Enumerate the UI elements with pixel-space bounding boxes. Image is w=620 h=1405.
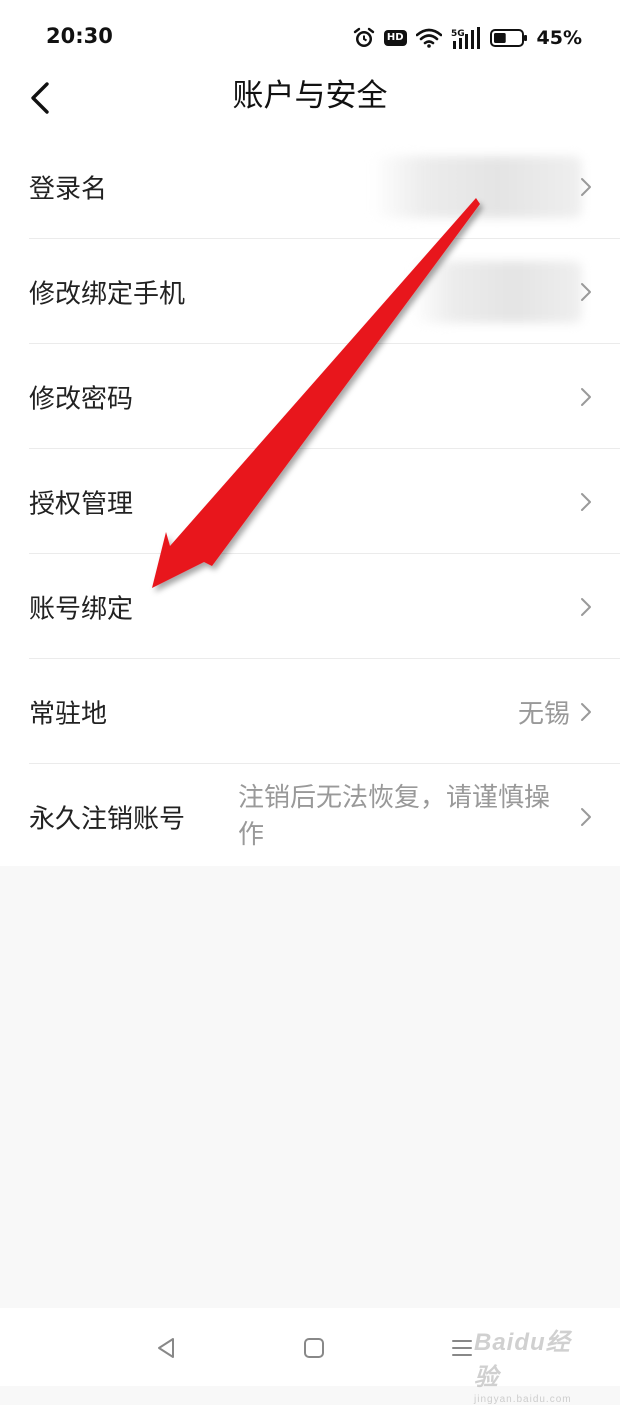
row-change-password[interactable]: 修改密码 bbox=[0, 344, 620, 449]
row-residence[interactable]: 常驻地 无锡 bbox=[0, 659, 620, 764]
svg-text:5G: 5G bbox=[451, 29, 465, 39]
status-icons: HD 5G 45% bbox=[353, 22, 582, 54]
page-title: 账户与安全 bbox=[232, 78, 388, 114]
chevron-right-icon bbox=[581, 282, 591, 301]
row-authorization[interactable]: 授权管理 bbox=[0, 449, 620, 554]
row-value: 注销后无法恢复，请谨慎操作 bbox=[238, 782, 551, 850]
chevron-right-icon bbox=[581, 807, 591, 826]
blurred-value bbox=[372, 156, 582, 218]
alarm-icon bbox=[353, 27, 375, 49]
nav-back-button[interactable] bbox=[148, 1330, 184, 1366]
home-square-icon bbox=[304, 1338, 324, 1358]
wifi-icon bbox=[415, 28, 442, 48]
row-login-name[interactable]: 登录名 bbox=[0, 134, 620, 239]
battery-icon bbox=[489, 28, 528, 48]
chevron-right-icon bbox=[581, 702, 591, 721]
chevron-right-icon bbox=[581, 387, 591, 406]
row-label: 修改密码 bbox=[29, 384, 134, 414]
status-bar: 20:30 HD 5G 45% bbox=[0, 0, 620, 76]
back-triangle-icon bbox=[158, 1338, 174, 1358]
settings-list: 登录名 修改绑定手机 修改密码 授权管理 账号绑定 常驻地 无锡 永久注销账号 … bbox=[0, 134, 620, 866]
row-label: 授权管理 bbox=[29, 489, 134, 519]
watermark: Baidu经验 jingyan.baidu.com bbox=[474, 1322, 594, 1405]
row-account-binding[interactable]: 账号绑定 bbox=[0, 554, 620, 659]
nav-home-button[interactable] bbox=[296, 1330, 332, 1366]
battery-percent: 45% bbox=[536, 27, 582, 49]
chevron-right-icon bbox=[581, 492, 591, 511]
watermark-url: jingyan.baidu.com bbox=[474, 1394, 572, 1405]
row-label: 永久注销账号 bbox=[29, 804, 186, 834]
menu-lines-icon bbox=[452, 1340, 472, 1356]
row-change-phone[interactable]: 修改绑定手机 bbox=[0, 239, 620, 344]
row-value: 无锡 bbox=[517, 699, 570, 729]
row-label: 修改绑定手机 bbox=[29, 279, 186, 309]
row-label: 常驻地 bbox=[29, 699, 108, 729]
top-app-bar: 账户与安全 bbox=[0, 76, 620, 134]
watermark-brand: Baidu经验 bbox=[474, 1329, 571, 1391]
status-time: 20:30 bbox=[46, 24, 113, 48]
signal-5g-icon: 5G bbox=[451, 27, 481, 49]
hd-icon: HD bbox=[383, 30, 407, 46]
blurred-value bbox=[412, 261, 582, 323]
row-label: 登录名 bbox=[29, 174, 108, 204]
row-delete-account[interactable]: 永久注销账号 注销后无法恢复，请谨慎操作 bbox=[0, 764, 620, 869]
chevron-right-icon bbox=[581, 597, 591, 616]
row-label: 账号绑定 bbox=[29, 594, 134, 624]
chevron-right-icon bbox=[581, 177, 591, 196]
